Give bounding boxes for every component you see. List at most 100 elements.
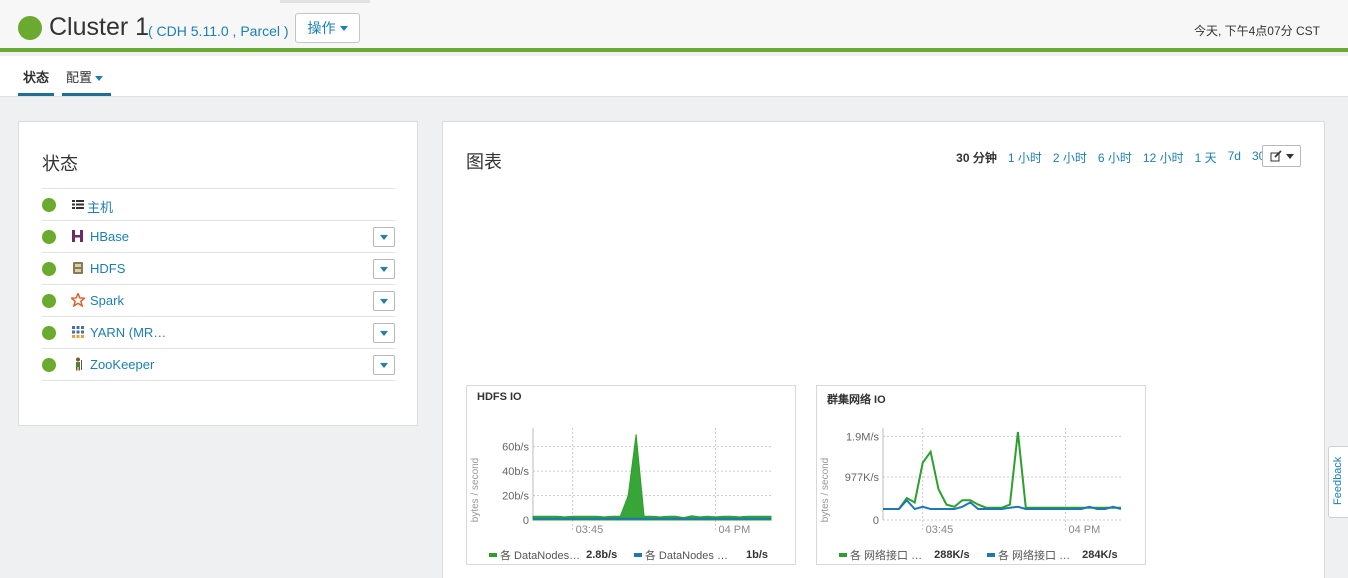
- legend-series-name: 各 网络接口 …: [850, 550, 923, 562]
- time-range-12h[interactable]: 12 小时: [1143, 149, 1184, 166]
- y-tick-label: 0: [523, 515, 529, 527]
- charts-panel: 图表 30 分钟 1 小时 2 小时 6 小时 12 小时 1 天 7d 30d…: [442, 121, 1325, 578]
- service-link-hdfs[interactable]: HDFS: [90, 261, 125, 276]
- chart-hdfs-io-plot: bytes / second 0 20b/s 40b/s 60b/s 03:45 04 PM: [470, 428, 772, 536]
- legend-swatch: [489, 553, 497, 557]
- chart-legend: 各 网络接口 … 288K/s 各 网络接口 … 284K/s: [839, 547, 1127, 563]
- time-range-1h[interactable]: 1 小时: [1008, 149, 1042, 166]
- chart-hdfs-io[interactable]: HDFS IO bytes / second 0 20b/s 40b/s 60b/s 03…: [466, 385, 796, 565]
- hdfs-actions-dropdown[interactable]: [373, 259, 395, 279]
- chevron-down-icon: [380, 234, 388, 240]
- legend-item: 各 DataNodes… 2.8b/s: [489, 547, 634, 563]
- status-good-icon: [42, 230, 56, 244]
- status-good-icon: [42, 262, 56, 276]
- legend-value: 1b/s: [745, 549, 768, 561]
- service-link-hbase[interactable]: HBase: [90, 229, 129, 244]
- chevron-down-icon: [380, 266, 388, 272]
- legend-swatch: [634, 553, 642, 557]
- x-tick-label: 04 PM: [718, 524, 750, 536]
- legend-swatch: [839, 553, 847, 557]
- service-row-zookeeper: ZooKeeper: [42, 349, 395, 381]
- time-range-1d[interactable]: 1 天: [1195, 149, 1217, 166]
- service-list: 主机 HBase HDFS Spark YARN (MR… ZooKeeper: [42, 188, 395, 381]
- time-range-2h[interactable]: 2 小时: [1053, 149, 1087, 166]
- legend-item: 各 DataNodes … 1b/s: [634, 547, 774, 563]
- service-row-yarn: YARN (MR…: [42, 317, 395, 349]
- service-row-hbase: HBase: [42, 221, 395, 253]
- header-notch: [280, 0, 370, 3]
- charts-panel-title: 图表: [466, 152, 502, 172]
- legend-value: 288K/s: [934, 549, 970, 561]
- timestamp: 今天, 下午4点07分 CST: [1193, 24, 1320, 38]
- yarn-actions-dropdown[interactable]: [373, 323, 395, 343]
- x-tick-label: 04 PM: [1068, 524, 1100, 536]
- service-link-spark[interactable]: Spark: [90, 293, 124, 308]
- actions-label: 操作: [307, 20, 336, 36]
- tab-config-label: 配置: [66, 70, 93, 85]
- service-link-yarn[interactable]: YARN (MR…: [90, 325, 166, 340]
- y-axis-label: bytes / second: [470, 458, 481, 522]
- status-good-icon: [42, 326, 56, 340]
- time-range-7d[interactable]: 7d: [1228, 149, 1241, 166]
- series-line: [883, 431, 1121, 510]
- spark-actions-dropdown[interactable]: [373, 291, 395, 311]
- tab-config[interactable]: 配置: [62, 56, 111, 96]
- time-range-6h[interactable]: 6 小时: [1098, 149, 1132, 166]
- series-area: [532, 434, 772, 521]
- time-range-30m[interactable]: 30 分钟: [956, 149, 997, 166]
- status-panel-title: 状态: [42, 154, 78, 174]
- status-good-icon: [42, 198, 56, 212]
- chart-cluster-network-io-plot: bytes / second 0 977K/s 1.9M/s 03:45 04 PM: [820, 428, 1122, 536]
- service-row-spark: Spark: [42, 285, 395, 317]
- y-axis-label: bytes / second: [820, 458, 831, 522]
- cluster-status-icon: [18, 16, 42, 40]
- spark-icon: [71, 293, 85, 307]
- time-range-selector: 30 分钟 1 小时 2 小时 6 小时 12 小时 1 天 7d 30d: [956, 149, 1272, 166]
- legend-swatch: [987, 553, 995, 557]
- service-link-hosts[interactable]: 主机: [87, 197, 113, 216]
- status-panel: 状态 主机 HBase HDFS Spark YARN (MR… ZooKeep…: [18, 121, 418, 426]
- legend-value: 284K/s: [1082, 549, 1118, 561]
- yarn-icon: [72, 326, 84, 338]
- hbase-actions-dropdown[interactable]: [373, 227, 395, 247]
- tab-status[interactable]: 状态: [18, 56, 54, 96]
- y-tick-label: 40b/s: [502, 466, 529, 478]
- chevron-down-icon: [339, 25, 348, 31]
- tab-bar: 状态 配置: [0, 56, 1348, 97]
- y-tick-label: 0: [873, 515, 879, 527]
- edit-icon: [1270, 150, 1282, 162]
- service-row-hdfs: HDFS: [42, 253, 395, 285]
- edit-charts-button[interactable]: [1262, 145, 1301, 167]
- cluster-header: Cluster 1 ( CDH 5.11.0 , Parcel ) 操作 今天,…: [0, 0, 1348, 52]
- legend-series-name: 各 DataNodes …: [644, 550, 728, 562]
- chevron-down-icon: [380, 362, 388, 368]
- tab-status-label: 状态: [22, 70, 49, 85]
- y-tick-label: 977K/s: [845, 472, 880, 484]
- zookeeper-icon: [76, 357, 82, 371]
- hbase-icon: [72, 230, 83, 242]
- chevron-down-icon: [95, 76, 104, 82]
- legend-series-name: 各 DataNodes…: [500, 550, 581, 562]
- x-tick-label: 03:45: [926, 524, 954, 536]
- cluster-version[interactable]: ( CDH 5.11.0 , Parcel ): [148, 23, 289, 39]
- hdfs-icon: [73, 262, 83, 274]
- legend-item: 各 网络接口 … 288K/s: [839, 547, 987, 563]
- y-tick-label: 60b/s: [502, 442, 529, 454]
- feedback-label: Feedback: [1332, 456, 1344, 505]
- y-tick-label: 1.9M/s: [846, 431, 880, 443]
- status-good-icon: [42, 358, 56, 372]
- chevron-down-icon: [1285, 153, 1294, 159]
- y-tick-label: 20b/s: [502, 491, 529, 503]
- actions-dropdown-button[interactable]: 操作: [295, 13, 360, 43]
- zookeeper-actions-dropdown[interactable]: [373, 355, 395, 375]
- legend-item: 各 网络接口 … 284K/s: [987, 547, 1127, 563]
- service-link-zookeeper[interactable]: ZooKeeper: [90, 357, 154, 372]
- feedback-tab[interactable]: Feedback: [1328, 446, 1348, 518]
- chart-legend: 各 DataNodes… 2.8b/s 各 DataNodes … 1b/s: [489, 547, 774, 563]
- chevron-down-icon: [380, 298, 388, 304]
- status-good-icon: [42, 294, 56, 308]
- chart-cluster-network-io[interactable]: 群集网络 IO bytes / second 0 977K/s 1.9M/s 03:45…: [816, 385, 1146, 565]
- cluster-name[interactable]: Cluster 1: [49, 13, 149, 42]
- chevron-down-icon: [380, 330, 388, 336]
- host-list-icon: [72, 200, 84, 209]
